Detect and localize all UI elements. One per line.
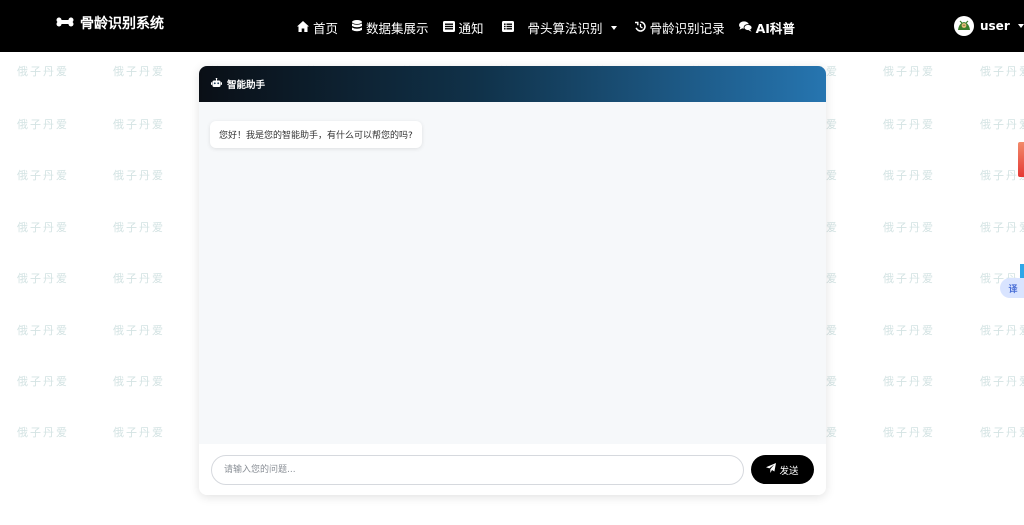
list-icon (442, 20, 459, 35)
translate-button[interactable]: 译 (1000, 278, 1024, 298)
watermark-text: 俄子丹爱 (17, 375, 69, 388)
nav-dataset-label: 数据集展示 (366, 21, 429, 36)
watermark-text: 俄子丹爱 (17, 65, 69, 78)
watermark-text: 俄子丹爱 (113, 426, 165, 439)
watermark-text: 俄子丹爱 (17, 118, 69, 131)
watermark-text: 俄子丹爱 (113, 375, 165, 388)
watermark-text: 俄子丹爱 (883, 324, 935, 337)
watermark-text: 俄子丹爱 (883, 375, 935, 388)
watermark-text: 俄子丹爱 (980, 65, 1024, 78)
watermark-text: 俄子丹爱 (17, 169, 69, 182)
side-widget-red[interactable] (1018, 142, 1024, 177)
chat-messages[interactable]: 您好！我是您的智能助手，有什么可以帮您的吗? (199, 102, 826, 444)
chat-input-bar: 发送 (199, 444, 826, 495)
nav-menu: 首页 数据集展示 通知 骨头算法识别 骨龄识别记录 AI科普 (297, 18, 809, 37)
assistant-message: 您好！我是您的智能助手，有什么可以帮您的吗? (210, 121, 422, 148)
nav-algorithm-dropdown[interactable]: 骨头算法识别 (501, 18, 617, 37)
brand-title: 骨龄识别系统 (80, 16, 164, 32)
watermark-text: 俄子丹爱 (113, 221, 165, 234)
nav-ai-label: AI科普 (755, 21, 795, 36)
comments-icon (738, 20, 756, 35)
history-icon (634, 20, 650, 35)
watermark-text: 俄子丹爱 (980, 426, 1024, 439)
watermark-text: 俄子丹爱 (113, 65, 165, 78)
watermark-text: 俄子丹爱 (113, 118, 165, 131)
watermark-text: 俄子丹爱 (113, 324, 165, 337)
nav-notice-label: 通知 (458, 21, 484, 36)
watermark-text: 俄子丹爱 (883, 272, 935, 285)
watermark-text: 俄子丹爱 (17, 272, 69, 285)
chat-header: 智能助手 (199, 66, 826, 102)
chevron-down-icon (1017, 24, 1024, 28)
avatar (954, 16, 974, 36)
send-label: 发送 (779, 465, 799, 477)
nav-dataset[interactable]: 数据集展示 (352, 18, 429, 37)
watermark-text: 俄子丹爱 (883, 118, 935, 131)
chat-title: 智能助手 (227, 80, 266, 91)
user-menu[interactable]: user (954, 16, 1024, 36)
watermark-text: 俄子丹爱 (980, 118, 1024, 131)
chevron-down-icon (610, 25, 617, 30)
watermark-text: 俄子丹爱 (17, 426, 69, 439)
paper-plane-icon (766, 463, 779, 476)
watermark-text: 俄子丹爱 (883, 169, 935, 182)
nav-ai[interactable]: AI科普 (738, 18, 795, 37)
top-navbar: 骨龄识别系统 首页 数据集展示 通知 骨头算法识别 骨龄识别记录 AI科普 us… (0, 0, 1024, 52)
watermark-text: 俄子丹爱 (883, 221, 935, 234)
watermark-text: 俄子丹爱 (883, 65, 935, 78)
bone-icon (56, 15, 80, 31)
database-icon (352, 20, 366, 35)
robot-icon (211, 77, 227, 91)
assistant-message-text: 您好！我是您的智能助手，有什么可以帮您的吗? (219, 131, 413, 141)
watermark-text: 俄子丹爱 (980, 324, 1024, 337)
chat-panel: 智能助手 您好！我是您的智能助手，有什么可以帮您的吗? 发送 (199, 66, 826, 495)
home-icon (297, 20, 313, 35)
nav-home[interactable]: 首页 (297, 18, 338, 37)
watermark-text: 俄子丹爱 (113, 272, 165, 285)
nav-records[interactable]: 骨龄识别记录 (634, 18, 725, 37)
nav-records-label: 骨龄识别记录 (649, 21, 725, 36)
brand[interactable]: 骨龄识别系统 (56, 13, 164, 33)
username: user (980, 19, 1010, 33)
list-alt-icon (501, 20, 518, 35)
nav-notice[interactable]: 通知 (442, 18, 484, 37)
nav-algorithm-label: 骨头算法识别 (527, 21, 603, 36)
watermark-text: 俄子丹爱 (113, 169, 165, 182)
watermark-text: 俄子丹爱 (980, 221, 1024, 234)
watermark-text: 俄子丹爱 (883, 426, 935, 439)
nav-home-label: 首页 (313, 21, 339, 36)
watermark-text: 俄子丹爱 (17, 324, 69, 337)
chat-input[interactable] (211, 455, 744, 485)
watermark-text: 俄子丹爱 (980, 375, 1024, 388)
watermark-text: 俄子丹爱 (17, 221, 69, 234)
send-button[interactable]: 发送 (751, 455, 814, 484)
translate-label: 译 (1008, 284, 1018, 295)
side-widget-blue[interactable] (1020, 264, 1024, 278)
